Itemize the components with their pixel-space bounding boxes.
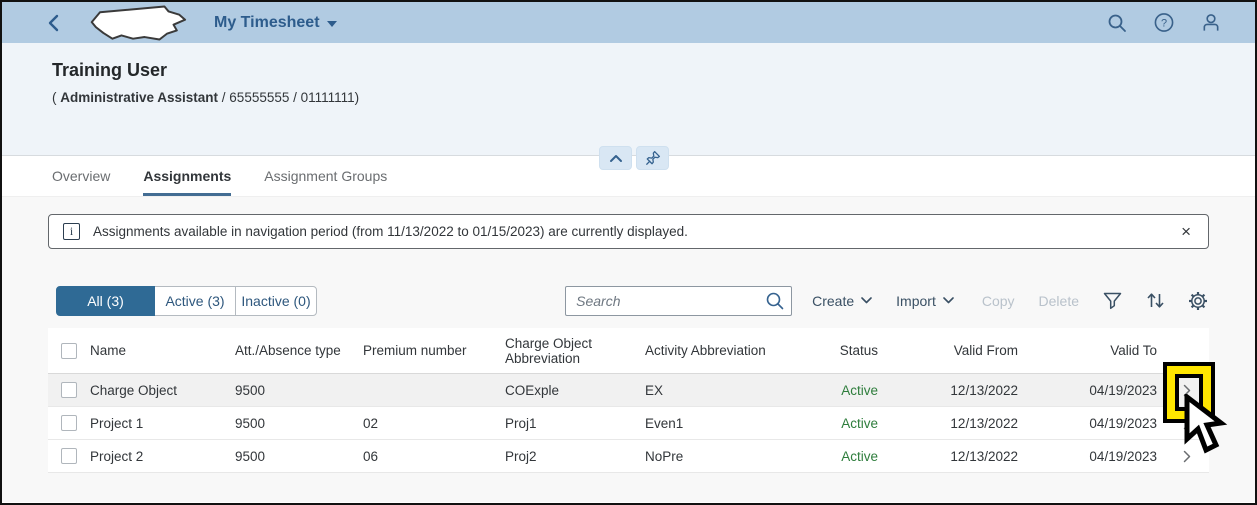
import-button[interactable]: Import [896,293,954,309]
cell-valid-to: 04/19/2023 [1026,416,1165,431]
col-activity-abbreviation: Activity Abbreviation [645,343,790,358]
table-row-charge-object[interactable]: Charge Object 9500 COExple EX Active 12/… [48,374,1209,407]
status-badge: Active [790,449,886,464]
chevron-down-icon [943,297,954,304]
search-field-wrap [565,286,792,316]
tab-overview[interactable]: Overview [52,156,110,196]
sort-icon[interactable] [1144,290,1166,312]
cell-charge-abbr: Proj1 [505,416,645,431]
row-checkbox[interactable] [61,415,77,431]
cell-activity-abbr: Even1 [645,416,790,431]
top-navigation-bar: My Timesheet ? [2,2,1255,43]
cell-valid-from: 12/13/2022 [886,416,1026,431]
page-title: Training User [52,60,1255,81]
my-timesheet-app-window: My Timesheet ? Training User ( Administr… [0,0,1257,505]
col-att-absence-type: Att./Absence type [235,343,363,358]
info-message-strip: i Assignments available in navigation pe… [48,214,1209,249]
filter-icon[interactable] [1101,290,1123,312]
subtitle-ids: / 65555555 / 01111111) [218,90,359,105]
row-chevron-icon[interactable] [1165,384,1209,397]
assignments-tab-content: i Assignments available in navigation pe… [2,197,1255,502]
cell-activity-abbr: EX [645,383,790,398]
cell-premium: 02 [363,416,505,431]
chevron-down-icon [861,297,872,304]
cell-valid-from: 12/13/2022 [886,383,1026,398]
info-icon: i [63,223,80,240]
nc-state-logo [84,4,192,42]
delete-button[interactable]: Delete [1039,293,1079,309]
row-checkbox[interactable] [61,382,77,398]
table-row-project-2[interactable]: Project 2 9500 06 Proj2 NoPre Active 12/… [48,440,1209,473]
table-toolbar: All (3) Active (3) Inactive (0) Create I… [48,285,1209,316]
select-all-cell [48,343,90,359]
search-input[interactable] [565,286,792,316]
row-chevron-icon[interactable] [1165,450,1209,463]
status-badge: Active [790,383,886,398]
filter-active-button[interactable]: Active (3) [154,286,236,316]
profile-icon[interactable] [1201,13,1221,33]
cell-charge-abbr: COExple [505,383,645,398]
import-label: Import [896,293,936,309]
chevron-down-icon [327,21,337,27]
select-all-checkbox[interactable] [61,343,77,359]
cell-att-type: 9500 [235,383,363,398]
cell-name: Project 2 [90,449,235,464]
col-valid-from: Valid From [886,343,1026,358]
search-icon[interactable] [1107,13,1127,33]
row-checkbox[interactable] [61,448,77,464]
row-select-cell [48,415,90,431]
copy-button[interactable]: Copy [982,293,1015,309]
row-select-cell [48,448,90,464]
search-icon[interactable] [765,291,785,311]
filter-all-button[interactable]: All (3) [56,286,155,316]
create-label: Create [812,293,854,309]
filter-inactive-button[interactable]: Inactive (0) [235,286,317,316]
object-page-header: Training User ( Administrative Assistant… [2,43,1255,156]
cell-name: Charge Object [90,383,235,398]
assignments-table: Name Att./Absence type Premium number Ch… [48,328,1209,473]
status-badge: Active [790,416,886,431]
col-name: Name [90,343,235,358]
header-collapse-pin-buttons [599,146,669,170]
tab-assignment-groups[interactable]: Assignment Groups [264,156,387,196]
pin-header-button[interactable] [636,146,669,170]
app-title-label: My Timesheet [214,14,320,32]
info-message-text: Assignments available in navigation peri… [93,224,688,239]
col-status: Status [790,343,886,358]
cell-premium: 06 [363,449,505,464]
help-icon[interactable]: ? [1154,13,1174,33]
cell-att-type: 9500 [235,449,363,464]
app-title-dropdown[interactable]: My Timesheet [214,14,337,32]
page-subtitle: ( Administrative Assistant / 65555555 / … [52,90,1255,105]
collapse-header-button[interactable] [599,146,632,170]
cell-valid-to: 04/19/2023 [1026,383,1165,398]
create-button[interactable]: Create [812,293,872,309]
subtitle-prefix: ( [52,90,60,105]
col-valid-to: Valid To [1026,343,1165,358]
cell-activity-abbr: NoPre [645,449,790,464]
settings-gear-icon[interactable] [1187,290,1209,312]
subtitle-role: Administrative Assistant [60,90,218,105]
row-select-cell [48,382,90,398]
close-icon[interactable]: × [1177,221,1195,242]
col-charge-object-abbreviation: Charge Object Abbreviation [505,336,645,366]
table-header-row: Name Att./Absence type Premium number Ch… [48,328,1209,374]
col-premium-number: Premium number [363,343,505,358]
cell-valid-to: 04/19/2023 [1026,449,1165,464]
tab-assignments[interactable]: Assignments [143,156,231,196]
back-icon[interactable] [42,12,64,34]
cell-att-type: 9500 [235,416,363,431]
status-filter-segmented-buttons: All (3) Active (3) Inactive (0) [56,286,317,316]
svg-text:?: ? [1161,17,1167,29]
table-row-project-1[interactable]: Project 1 9500 02 Proj1 Even1 Active 12/… [48,407,1209,440]
topbar-actions: ? [1107,13,1221,33]
cell-charge-abbr: Proj2 [505,449,645,464]
row-chevron-icon[interactable] [1165,417,1209,430]
cell-valid-from: 12/13/2022 [886,449,1026,464]
cell-name: Project 1 [90,416,235,431]
